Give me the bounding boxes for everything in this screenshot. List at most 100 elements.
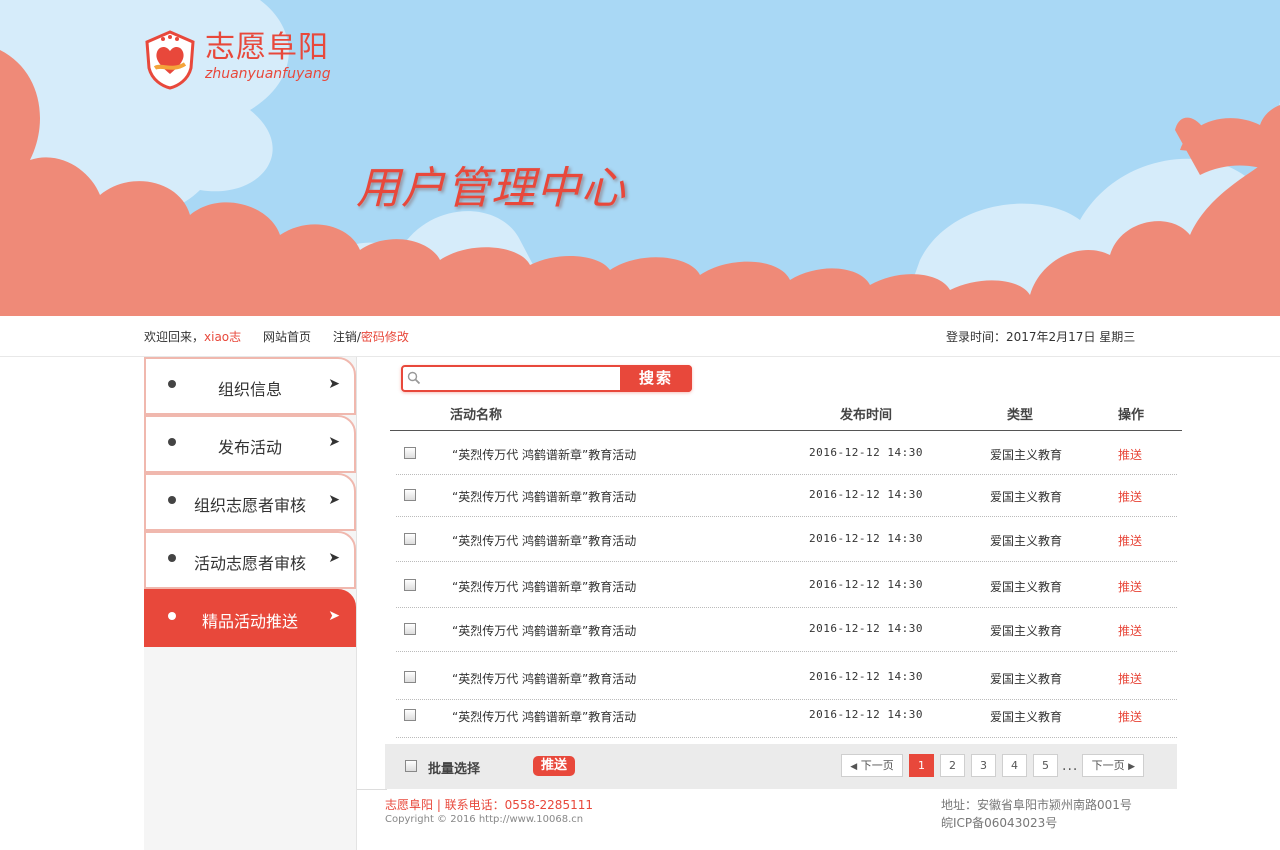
row-checkbox[interactable]: [404, 709, 416, 721]
logout-link[interactable]: 注销: [333, 330, 357, 344]
row-checkbox[interactable]: [404, 447, 416, 459]
change-password-link[interactable]: 密码修改: [361, 330, 409, 344]
activity-type: 爱国主义教育: [990, 490, 1063, 504]
sidebar-item-label: 组织信息: [217, 380, 282, 399]
footer-icp: 皖ICP备06043023号: [941, 816, 1058, 830]
page-3[interactable]: 3: [971, 754, 996, 777]
pagination: ◀ 下一页 1 2 3 4 5 ... 下一页 ▶: [841, 754, 1150, 777]
sidebar: 组织信息 ➤ 发布活动 ➤ 组织志愿者审核 ➤ 活动志愿者审核 ➤ 精品活动推送…: [144, 357, 357, 850]
triangle-left-icon: ◀: [850, 762, 858, 772]
publish-time: 2016-12-12 14:30: [809, 708, 923, 721]
sidebar-item-featured-push[interactable]: 精品活动推送 ➤: [144, 589, 356, 647]
column-header-type: 类型: [1007, 408, 1034, 423]
page-ellipsis: ...: [1062, 757, 1079, 774]
next-page-button[interactable]: 下一页 ▶: [1082, 754, 1145, 777]
publish-time: 2016-12-12 14:30: [809, 670, 923, 683]
footer-contact: 志愿阜阳 | 联系电话：0558-2285111: [385, 798, 593, 812]
shield-heart-icon: [145, 30, 195, 90]
activity-name: “英烈传万代 鸿鹤谱新章”教育活动: [452, 448, 637, 462]
table-row: “英烈传万代 鸿鹤谱新章”教育活动 2016-12-12 14:30 爱国主义教…: [396, 519, 1177, 562]
row-checkbox[interactable]: [404, 579, 416, 591]
page-5[interactable]: 5: [1033, 754, 1058, 777]
page-1[interactable]: 1: [909, 754, 934, 777]
select-all-label: 批量选择: [428, 762, 481, 777]
bullet-icon: [168, 554, 176, 562]
push-link[interactable]: 推送: [1118, 488, 1142, 505]
push-link[interactable]: 推送: [1118, 622, 1142, 639]
bullet-icon: [168, 612, 176, 620]
row-checkbox[interactable]: [404, 533, 416, 545]
arrow-right-icon: ➤: [328, 550, 340, 566]
activity-name: “英烈传万代 鸿鹤谱新章”教育活动: [452, 580, 637, 594]
table-row: “英烈传万代 鸿鹤谱新章”教育活动 2016-12-12 14:30 爱国主义教…: [396, 695, 1177, 738]
home-link[interactable]: 网站首页: [263, 330, 311, 344]
select-all-checkbox[interactable]: [405, 760, 417, 772]
sidebar-item-activity-volunteer-review[interactable]: 活动志愿者审核 ➤: [144, 531, 356, 589]
prev-page-button[interactable]: ◀ 下一页: [841, 754, 903, 777]
arrow-right-icon: ➤: [328, 608, 340, 624]
sidebar-item-org-volunteer-review[interactable]: 组织志愿者审核 ➤: [144, 473, 356, 531]
next-page-label: 下一页: [1091, 759, 1125, 772]
row-checkbox[interactable]: [404, 489, 416, 501]
footer-address: 地址：安徽省阜阳市颍州南路001号: [941, 798, 1132, 812]
table-row: “英烈传万代 鸿鹤谱新章”教育活动 2016-12-12 14:30 爱国主义教…: [396, 565, 1177, 608]
bulk-push-button[interactable]: 推送: [533, 756, 575, 776]
table-row: “英烈传万代 鸿鹤谱新章”教育活动 2016-12-12 14:30 爱国主义教…: [396, 475, 1177, 517]
header-banner: 志愿阜阳 zhuanyuanfuyang 用户管理中心: [0, 0, 1280, 316]
push-link[interactable]: 推送: [1118, 578, 1142, 595]
username-link[interactable]: xiao志: [204, 330, 241, 344]
logo-name-cn: 志愿阜阳: [205, 30, 329, 65]
triangle-right-icon: ▶: [1128, 762, 1136, 772]
publish-time: 2016-12-12 14:30: [809, 532, 923, 545]
sidebar-item-label: 组织志愿者审核: [193, 496, 306, 515]
column-header-action: 操作: [1118, 408, 1145, 423]
sidebar-item-label: 发布活动: [217, 438, 282, 457]
sidebar-item-publish-activity[interactable]: 发布活动 ➤: [144, 415, 356, 473]
page-4[interactable]: 4: [1002, 754, 1027, 777]
page-title: 用户管理中心: [356, 163, 626, 214]
bullet-icon: [168, 380, 176, 388]
bullet-icon: [168, 438, 176, 446]
arrow-right-icon: ➤: [328, 434, 340, 450]
publish-time: 2016-12-12 14:30: [809, 446, 923, 459]
prev-page-label: 下一页: [860, 759, 894, 772]
logo-name-en: zhuanyuanfuyang: [205, 66, 331, 82]
row-checkbox[interactable]: [404, 671, 416, 683]
publish-time: 2016-12-12 14:30: [809, 622, 923, 635]
table-row: “英烈传万代 鸿鹤谱新章”教育活动 2016-12-12 14:30 爱国主义教…: [396, 609, 1177, 652]
search-box: 搜索: [401, 365, 692, 392]
activity-name: “英烈传万代 鸿鹤谱新章”教育活动: [452, 624, 637, 638]
bullet-icon: [168, 496, 176, 504]
footer-copyright: Copyright © 2016 http://www.10068.cn: [385, 814, 584, 825]
push-link[interactable]: 推送: [1118, 708, 1142, 725]
push-link[interactable]: 推送: [1118, 446, 1142, 463]
search-button[interactable]: 搜索: [620, 365, 692, 392]
table-row: “英烈传万代 鸿鹤谱新章”教育活动 2016-12-12 14:30 爱国主义教…: [396, 433, 1177, 475]
push-link[interactable]: 推送: [1118, 532, 1142, 549]
site-logo[interactable]: 志愿阜阳 zhuanyuanfuyang: [143, 30, 331, 90]
footer-divider: [357, 789, 387, 790]
sidebar-item-org-info[interactable]: 组织信息 ➤: [144, 357, 356, 415]
arrow-right-icon: ➤: [328, 376, 340, 392]
activity-type: 爱国主义教育: [990, 448, 1063, 462]
publish-time: 2016-12-12 14:30: [809, 578, 923, 591]
column-header-time: 发布时间: [840, 408, 893, 423]
row-checkbox[interactable]: [404, 623, 416, 635]
table-header: 活动名称 发布时间 类型 操作: [390, 400, 1182, 431]
activity-type: 爱国主义教育: [990, 534, 1063, 548]
activity-type: 爱国主义教育: [990, 710, 1063, 724]
activity-name: “英烈传万代 鸿鹤谱新章”教育活动: [452, 534, 637, 548]
activity-name: “英烈传万代 鸿鹤谱新章”教育活动: [452, 490, 637, 504]
page-2[interactable]: 2: [940, 754, 965, 777]
login-time: 登录时间：2017年2月17日 星期三: [946, 330, 1136, 344]
publish-time: 2016-12-12 14:30: [809, 488, 923, 501]
search-input[interactable]: [425, 369, 617, 388]
activity-type: 爱国主义教育: [990, 580, 1063, 594]
activity-name: “英烈传万代 鸿鹤谱新章”教育活动: [452, 710, 637, 724]
push-link[interactable]: 推送: [1118, 670, 1142, 687]
user-bar: 欢迎回来，xiao志 网站首页 注销 / 密码修改 登录时间：2017年2月17…: [0, 316, 1280, 357]
column-header-name: 活动名称: [450, 408, 503, 423]
activity-type: 爱国主义教育: [990, 624, 1063, 638]
welcome-text: 欢迎回来，: [144, 330, 205, 344]
arrow-right-icon: ➤: [328, 492, 340, 508]
